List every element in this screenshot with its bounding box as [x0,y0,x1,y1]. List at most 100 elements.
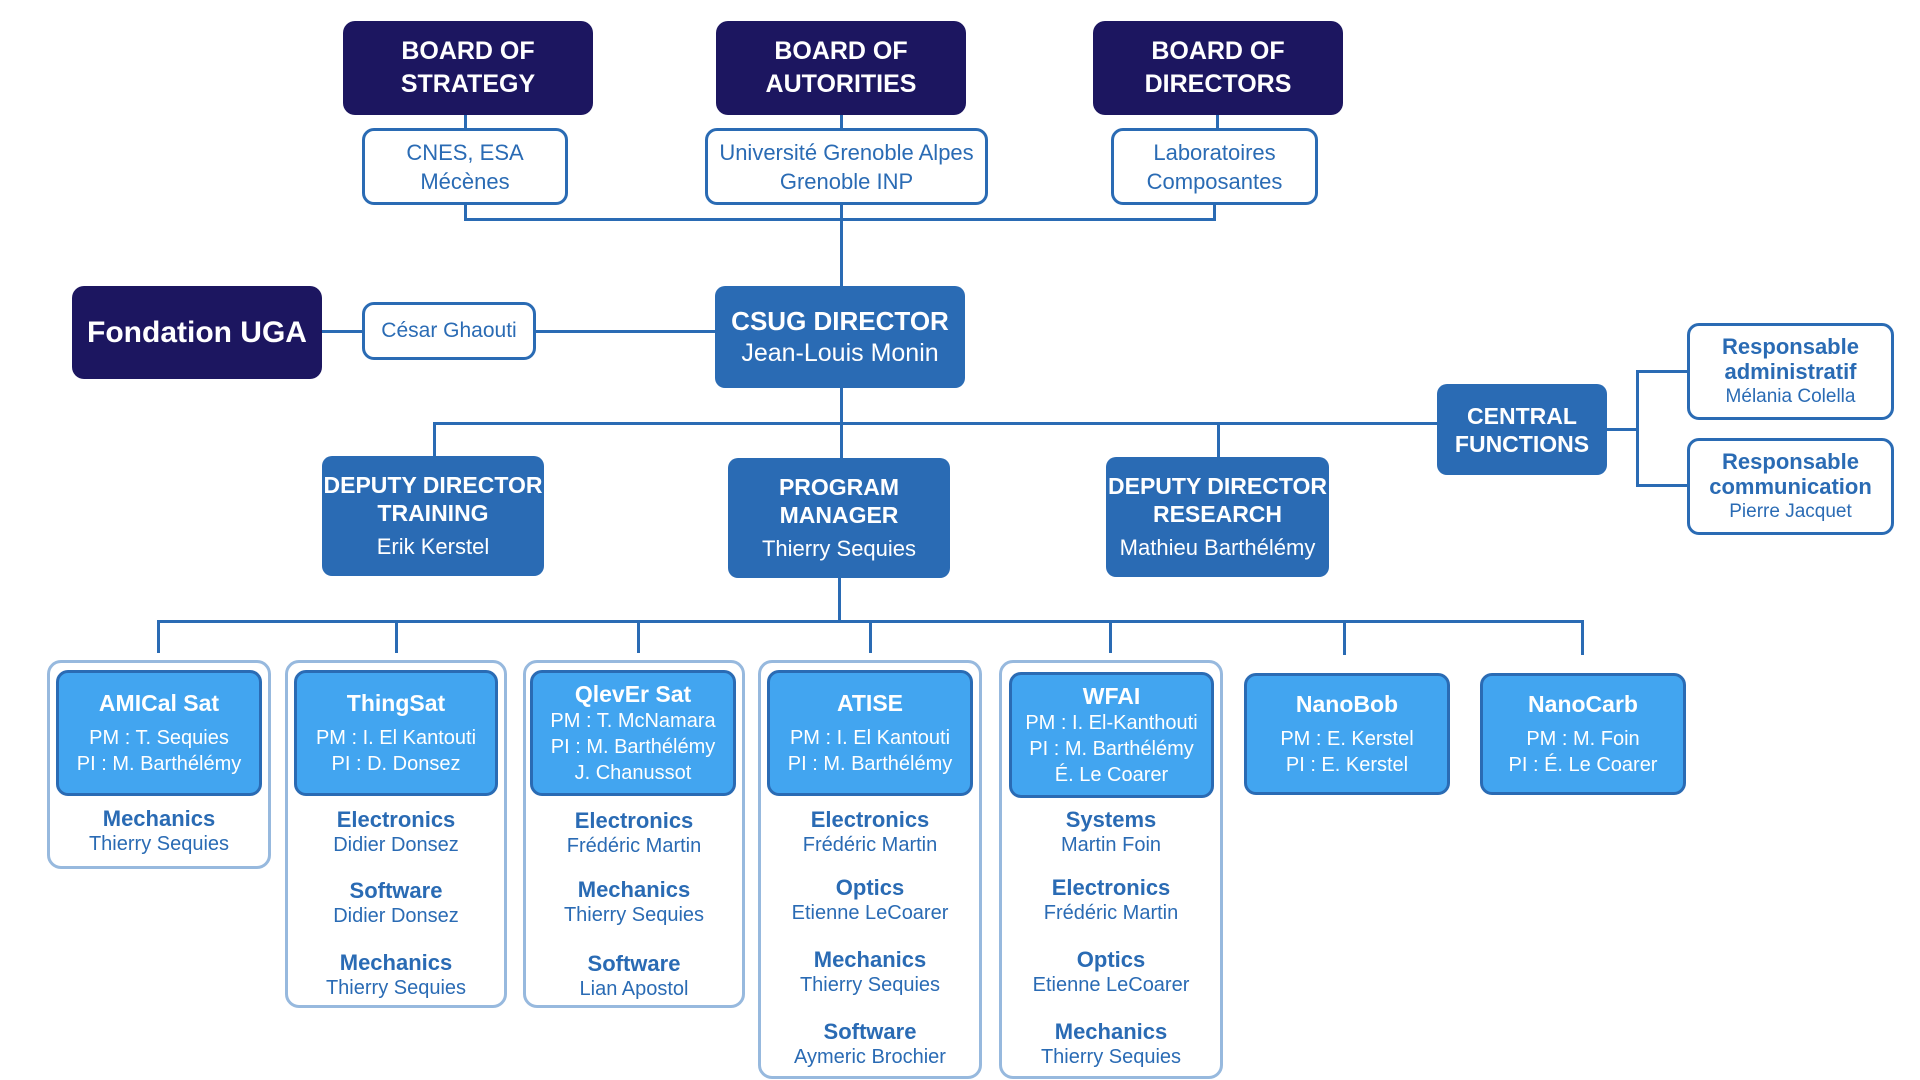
csug-director[interactable]: CSUG DIRECTOR Jean-Louis Monin [715,286,965,388]
central-title: FUNCTIONS [1454,430,1590,457]
team-role: Software [349,878,443,903]
team-person: Thierry Sequies [325,977,467,999]
team-item: Software Lian Apostol [523,951,745,1001]
connector-boards-to-director [840,204,843,286]
member-text: Laboratoires [1153,139,1276,165]
deputy-title: TRAINING [377,500,489,526]
project-lead: PI : É. Le Coarer [1508,754,1658,776]
project-wfai[interactable]: WFAI PM : I. El-Kanthouti PI : M. Barthé… [1009,672,1214,798]
project-name: NanoBob [1295,691,1399,717]
deputy-title: DEPUTY DIRECTOR [1108,473,1327,499]
team-role: Optics [1076,947,1146,972]
team-person: Thierry Sequies [563,904,705,926]
responsable-administratif[interactable]: Responsable administratif Mélania Colell… [1687,323,1894,420]
team-item: Software Didier Donsez [285,878,507,928]
project-lead: PM : I. El Kantouti [315,727,477,749]
team-role: Electronics [810,807,930,832]
team-role: Electronics [336,807,456,832]
member-text: Mécènes [420,168,510,194]
fondation-uga[interactable]: Fondation UGA [72,286,322,379]
responsable-communication[interactable]: Responsable communication Pierre Jacquet [1687,438,1894,535]
connector-project-drop [157,620,160,653]
connector-project-drop [637,620,640,653]
team-person: Didier Donsez [333,834,459,856]
project-name: ATISE [836,690,904,716]
board-autorities-members[interactable]: Université Grenoble Alpes Grenoble INP [705,128,988,205]
team-item: Systems Martin Foin [999,807,1223,857]
project-thingsat[interactable]: ThingSat PM : I. El Kantouti PI : D. Don… [294,670,498,796]
team-role: Mechanics [577,877,691,902]
project-lead: J. Chanussot [574,762,692,784]
team-person: Didier Donsez [333,905,459,927]
board-title: BOARD OF [1151,37,1285,65]
connector-deputy-training [433,422,436,456]
team-role: Electronics [1051,875,1171,900]
connector-central-admin [1636,370,1688,373]
program-manager[interactable]: PROGRAM MANAGER Thierry Sequies [728,458,950,578]
board-title: STRATEGY [400,70,536,98]
director-title: CSUG DIRECTOR [731,306,949,336]
project-lead: PM : I. El Kantouti [789,727,951,749]
team-item: Mechanics Thierry Sequies [758,947,982,997]
project-name: WFAI [1082,683,1141,709]
team-role: Mechanics [102,806,216,831]
connector-deputy-research [1217,422,1220,457]
team-role: Systems [1065,807,1157,832]
team-item: Electronics Frédéric Martin [523,808,745,858]
project-lead: PM : T. McNamara [550,710,716,732]
project-lead: PI : M. Barthélémy [787,753,953,775]
board-directors[interactable]: BOARD OF DIRECTORS [1093,21,1343,115]
team-item: Electronics Frédéric Martin [758,807,982,857]
team-item: Mechanics Thierry Sequies [999,1019,1223,1069]
connector-project-drop [1581,620,1584,655]
project-lead: É. Le Coarer [1054,764,1169,786]
member-text: Composantes [1146,168,1283,194]
fondation-contact[interactable]: César Ghaouti [362,302,536,360]
team-role: Mechanics [1054,1019,1168,1044]
deputy-director-research[interactable]: DEPUTY DIRECTOR RESEARCH Mathieu Barthél… [1106,457,1329,577]
connector-project-drop [1109,620,1112,653]
connector-pm-down [838,578,841,622]
board-title: BOARD OF [774,37,908,65]
role-title: Responsable [1722,449,1859,474]
team-person: Frédéric Martin [802,834,938,856]
team-person: Lian Apostol [579,978,689,1000]
team-person: Etienne LeCoarer [791,902,949,924]
team-item: Electronics Frédéric Martin [999,875,1223,925]
project-lead: PM : T. Sequies [89,727,229,749]
board-title: AUTORITIES [765,70,917,98]
project-qlever-sat[interactable]: QlevEr Sat PM : T. McNamara PI : M. Bart… [530,670,736,796]
team-person: Etienne LeCoarer [1032,974,1190,996]
board-strategy-members[interactable]: CNES, ESA Mécènes [362,128,568,205]
member-text: Université Grenoble Alpes [719,139,974,165]
connector-project-drop [1343,620,1346,655]
connector-cesar-director [535,330,715,333]
team-person: Thierry Sequies [1040,1046,1182,1068]
connector-board-strategy [464,115,467,129]
team-item: Electronics Didier Donsez [285,807,507,857]
deputy-director-training[interactable]: DEPUTY DIRECTOR TRAINING Erik Kerstel [322,456,544,576]
team-item: Mechanics Thierry Sequies [285,950,507,1000]
role-title: Responsable [1722,334,1859,359]
project-lead: PI : D. Donsez [331,753,461,775]
team-person: Frédéric Martin [1043,902,1179,924]
project-nanobob[interactable]: NanoBob PM : E. Kerstel PI : E. Kerstel [1244,673,1450,795]
board-directors-members[interactable]: Laboratoires Composantes [1111,128,1318,205]
board-strategy[interactable]: BOARD OF STRATEGY [343,21,593,115]
project-lead: PM : I. El-Kanthouti [1025,712,1198,734]
team-role: Software [587,951,681,976]
connector-central-vertical [1636,370,1639,486]
project-atise[interactable]: ATISE PM : I. El Kantouti PI : M. Barthé… [767,670,973,796]
central-functions[interactable]: CENTRAL FUNCTIONS [1437,384,1607,475]
connector-board-directors [1216,115,1219,129]
connector-project-drop [395,620,398,653]
project-nanocarb[interactable]: NanoCarb PM : M. Foin PI : É. Le Coarer [1480,673,1686,795]
project-amical-sat[interactable]: AMICal Sat PM : T. Sequies PI : M. Barth… [56,670,262,796]
board-autorities[interactable]: BOARD OF AUTORITIES [716,21,966,115]
deputy-name: Thierry Sequies [761,536,917,561]
team-role: Mechanics [813,947,927,972]
connector-board-autorities [840,115,843,129]
deputy-name: Erik Kerstel [376,534,490,559]
project-name: AMICal Sat [98,690,220,716]
team-role: Software [823,1019,917,1044]
